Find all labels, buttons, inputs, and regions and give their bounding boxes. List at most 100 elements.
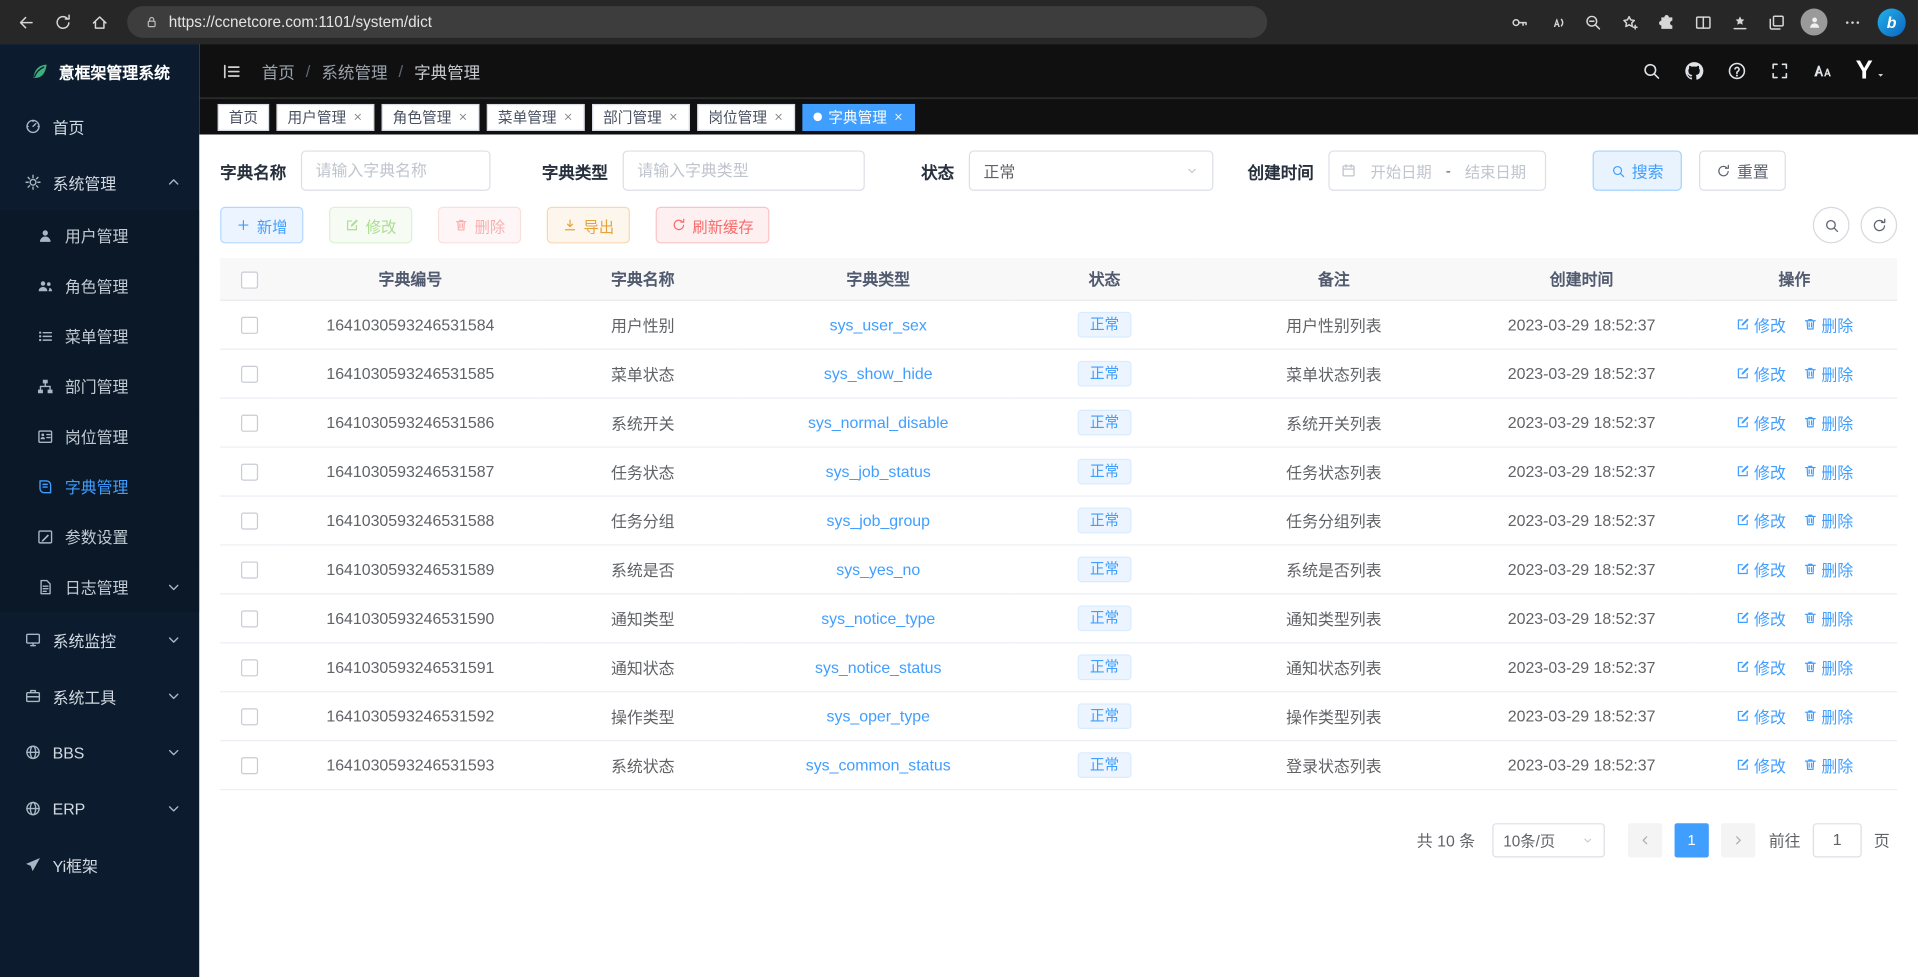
reset-button[interactable]: 重置: [1699, 150, 1786, 190]
prev-page-button[interactable]: [1628, 823, 1662, 857]
github-button[interactable]: [1684, 61, 1704, 81]
dict-type-link[interactable]: sys_normal_disable: [808, 413, 949, 431]
row-checkbox[interactable]: [241, 463, 258, 480]
row-delete-link[interactable]: 删除: [1803, 508, 1853, 531]
font-size-button[interactable]: [1813, 61, 1833, 81]
tab-close-button[interactable]: [773, 111, 784, 122]
sidebar-item-bbs[interactable]: BBS: [0, 724, 199, 780]
row-checkbox[interactable]: [241, 414, 258, 431]
sidebar-item-system-monitor[interactable]: 系统监控: [0, 612, 199, 668]
select-all-checkbox[interactable]: [241, 271, 258, 288]
row-delete-link[interactable]: 删除: [1803, 753, 1853, 776]
dict-type-link[interactable]: sys_notice_type: [821, 609, 935, 627]
tab-close-button[interactable]: [458, 111, 469, 122]
sidebar-item-param-settings[interactable]: 参数设置: [0, 511, 199, 561]
row-delete-link[interactable]: 删除: [1803, 655, 1853, 678]
dict-type-link[interactable]: sys_oper_type: [827, 706, 930, 724]
help-button[interactable]: [1727, 61, 1747, 81]
row-delete-link[interactable]: 删除: [1803, 361, 1853, 384]
sidebar-item-post-admin[interactable]: 岗位管理: [0, 411, 199, 461]
sidebar-item-erp[interactable]: ERP: [0, 780, 199, 836]
goto-page-input[interactable]: [1813, 823, 1862, 857]
search-button[interactable]: [1642, 61, 1662, 81]
browser-reload-button[interactable]: [44, 5, 81, 39]
page-size-select[interactable]: 10条/页: [1492, 823, 1605, 857]
copilot-icon[interactable]: b: [1878, 8, 1906, 36]
row-edit-link[interactable]: 修改: [1736, 704, 1786, 727]
row-checkbox[interactable]: [241, 561, 258, 578]
row-edit-link[interactable]: 修改: [1736, 508, 1786, 531]
dict-type-link[interactable]: sys_yes_no: [836, 560, 920, 578]
add-button[interactable]: 新增: [220, 207, 303, 244]
browser-home-button[interactable]: [81, 5, 118, 39]
dict-type-link[interactable]: sys_user_sex: [830, 315, 927, 333]
dict-type-input[interactable]: [623, 150, 865, 190]
browser-split-button[interactable]: [1684, 5, 1721, 39]
dict-name-input[interactable]: [301, 150, 491, 190]
tab-close-button[interactable]: [668, 111, 679, 122]
tab-dept-admin[interactable]: 部门管理: [592, 103, 690, 130]
dict-type-link[interactable]: sys_common_status: [806, 755, 951, 773]
browser-back-button[interactable]: [7, 5, 44, 39]
row-delete-link[interactable]: 删除: [1803, 410, 1853, 433]
row-checkbox[interactable]: [241, 610, 258, 627]
row-checkbox[interactable]: [241, 659, 258, 676]
row-delete-link[interactable]: 删除: [1803, 313, 1853, 336]
tab-user-admin[interactable]: 用户管理: [276, 103, 374, 130]
row-edit-link[interactable]: 修改: [1736, 557, 1786, 580]
delete-button[interactable]: 删除: [438, 207, 521, 244]
row-edit-link[interactable]: 修改: [1736, 459, 1786, 482]
export-button[interactable]: 导出: [547, 207, 630, 244]
sidebar-item-menu-admin[interactable]: 菜单管理: [0, 311, 199, 361]
row-checkbox[interactable]: [241, 317, 258, 334]
tab-close-button[interactable]: [893, 111, 904, 122]
status-select[interactable]: 正常: [969, 150, 1214, 190]
refresh-cache-button[interactable]: 刷新缓存: [656, 207, 770, 244]
row-delete-link[interactable]: 删除: [1803, 459, 1853, 482]
row-edit-link[interactable]: 修改: [1736, 410, 1786, 433]
sidebar-item-system-tools[interactable]: 系统工具: [0, 668, 199, 724]
row-delete-link[interactable]: 删除: [1803, 606, 1853, 629]
sidebar-item-yi-framework[interactable]: Yi框架: [0, 837, 199, 893]
toggle-search-button[interactable]: [1813, 207, 1850, 244]
sidebar-item-home[interactable]: 首页: [0, 98, 199, 154]
browser-fav-bar-button[interactable]: [1721, 5, 1758, 39]
edit-button[interactable]: 修改: [329, 207, 412, 244]
dict-type-link[interactable]: sys_job_status: [826, 462, 931, 480]
browser-collections-button[interactable]: [1758, 5, 1795, 39]
row-edit-link[interactable]: 修改: [1736, 655, 1786, 678]
tab-home[interactable]: 首页: [218, 103, 269, 130]
next-page-button[interactable]: [1721, 823, 1755, 857]
row-checkbox[interactable]: [241, 757, 258, 774]
dict-type-link[interactable]: sys_show_hide: [824, 364, 933, 382]
tab-menu-admin[interactable]: 菜单管理: [487, 103, 585, 130]
browser-dots-button[interactable]: [1834, 5, 1871, 39]
sidebar-item-system-admin[interactable]: 系统管理: [0, 154, 199, 210]
breadcrumb-item[interactable]: 系统管理: [321, 59, 387, 83]
sidebar-item-user-admin[interactable]: 用户管理: [0, 210, 199, 260]
tab-close-button[interactable]: [563, 111, 574, 122]
row-delete-link[interactable]: 删除: [1803, 557, 1853, 580]
row-checkbox[interactable]: [241, 512, 258, 529]
current-page-button[interactable]: 1: [1675, 823, 1709, 857]
sidebar-toggle-button[interactable]: [221, 61, 242, 82]
browser-zoom-button[interactable]: [1574, 5, 1611, 39]
row-edit-link[interactable]: 修改: [1736, 361, 1786, 384]
tab-role-admin[interactable]: 角色管理: [382, 103, 480, 130]
date-range-picker[interactable]: 开始日期 - 结束日期: [1328, 150, 1546, 190]
tab-close-button[interactable]: [352, 111, 363, 122]
dict-type-link[interactable]: sys_notice_status: [815, 657, 941, 675]
dict-type-link[interactable]: sys_job_group: [827, 511, 930, 529]
breadcrumb-item[interactable]: 首页: [262, 59, 295, 83]
row-edit-link[interactable]: 修改: [1736, 753, 1786, 776]
browser-puzzle-button[interactable]: [1648, 5, 1685, 39]
search-button[interactable]: 搜索: [1593, 150, 1682, 190]
row-edit-link[interactable]: 修改: [1736, 606, 1786, 629]
row-checkbox[interactable]: [241, 365, 258, 382]
sidebar-item-log-admin[interactable]: 日志管理: [0, 561, 199, 611]
refresh-table-button[interactable]: [1860, 207, 1897, 244]
browser-key-button[interactable]: [1501, 5, 1538, 39]
sidebar-item-dict-admin[interactable]: 字典管理: [0, 461, 199, 511]
row-edit-link[interactable]: 修改: [1736, 313, 1786, 336]
address-bar[interactable]: https://ccnetcore.com:1101/system/dict: [127, 6, 1267, 38]
